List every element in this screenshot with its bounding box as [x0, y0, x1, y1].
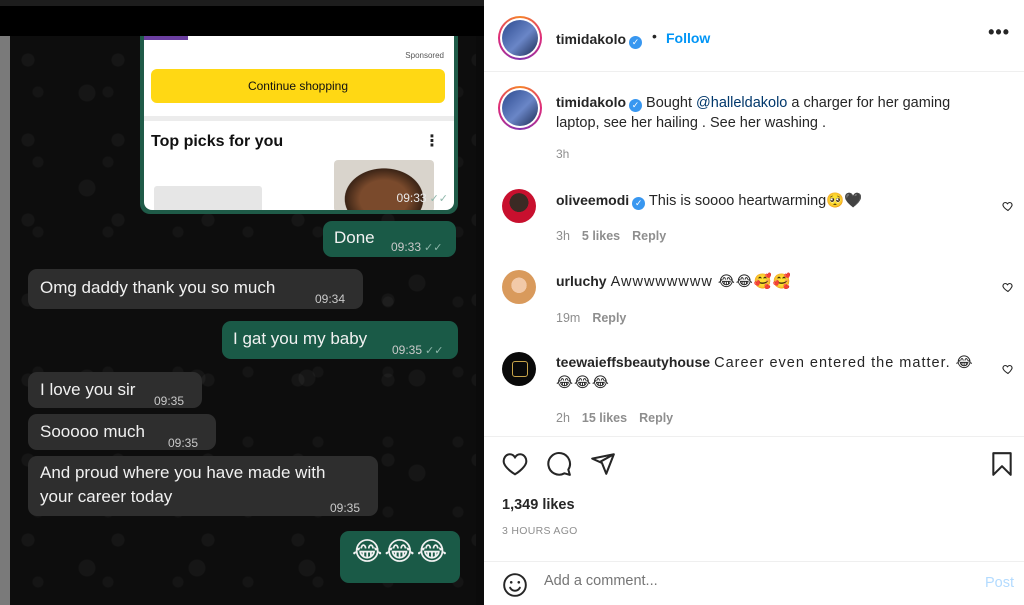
message-timestamp: 09:35: [154, 394, 185, 408]
comment-meta: 19m Reply: [556, 311, 626, 325]
actions-divider: [484, 436, 1024, 437]
comment-icon[interactable]: [546, 451, 572, 477]
message-emoji: 😂😂😂: [352, 536, 450, 566]
instagram-post-modal: Sponsored Continue shopping Top picks fo…: [0, 0, 1024, 605]
chat-bubble-outgoing: 😂😂😂: [340, 531, 460, 583]
comment-text: oliveemodi ✓ This is soooo heartwarming🥺🖤: [556, 190, 976, 211]
media-left-gutter: [0, 36, 10, 605]
author-avatar[interactable]: [498, 16, 542, 60]
read-receipt-icon: ✓✓: [424, 242, 443, 254]
message-text: And proud where you have made with your …: [40, 463, 326, 506]
separator-dot: •: [652, 28, 657, 44]
chat-bubble-incoming: I love you sir 09:35: [28, 372, 202, 408]
share-icon[interactable]: [590, 451, 616, 477]
post-side-panel: timidakolo ✓ • Follow ••• timidakolo ✓ Bou…: [484, 0, 1024, 605]
likes-count[interactable]: 1,349 likes: [502, 497, 575, 513]
comment-time: 2h: [556, 411, 570, 425]
verified-badge-icon: ✓: [632, 197, 646, 210]
like-icon[interactable]: [502, 452, 528, 476]
sponsored-label: Sponsored: [405, 51, 444, 60]
caption-mention[interactable]: @halleldakolo: [696, 95, 787, 111]
comment-time: 19m: [556, 311, 581, 325]
comment-like-icon[interactable]: [1002, 363, 1014, 375]
comment-time: 3h: [556, 229, 570, 243]
more-options-icon: ⋮: [424, 133, 440, 150]
post-media: Sponsored Continue shopping Top picks fo…: [0, 0, 484, 605]
post-header: timidakolo ✓ • Follow •••: [484, 6, 1024, 72]
top-picks-heading: Top picks for you: [151, 133, 284, 150]
amazon-preview: Sponsored Continue shopping Top picks fo…: [144, 36, 454, 210]
shared-link-bubble: Sponsored Continue shopping Top picks fo…: [140, 36, 458, 214]
caption-username[interactable]: timidakolo ✓: [556, 94, 643, 112]
commenter-username[interactable]: urluchy: [556, 273, 607, 289]
commenter-avatar[interactable]: [502, 189, 536, 223]
author-username[interactable]: timidakolo ✓: [556, 31, 643, 49]
commenter-avatar[interactable]: [502, 352, 536, 386]
caption-body: Bought: [646, 95, 693, 111]
chat-bubble-outgoing: Done 09:33 ✓✓: [323, 221, 456, 257]
emoji-icon[interactable]: [502, 572, 528, 598]
follow-button[interactable]: Follow: [666, 30, 710, 46]
reply-button[interactable]: Reply: [639, 411, 673, 425]
commenter-username[interactable]: teewaieffsbeautyhouse: [556, 354, 710, 370]
preview-accent: [144, 36, 188, 40]
message-timestamp: 09:33 ✓✓: [391, 240, 443, 254]
message-timestamp: 09:33 ✓✓: [396, 191, 448, 205]
verified-badge-icon: ✓: [629, 99, 643, 112]
chat-bubble-outgoing: I gat you my baby 09:35 ✓✓: [222, 321, 458, 359]
comment-likes[interactable]: 5 likes: [582, 229, 620, 243]
comment-text: teewaieffsbeautyhouse Career even entere…: [556, 352, 986, 393]
comment-meta: 2h 15 likes Reply: [556, 411, 673, 425]
message-text: I love you sir: [40, 380, 136, 399]
comment-like-icon[interactable]: [1002, 281, 1014, 293]
message-timestamp: 09:35: [168, 436, 199, 450]
product-thumbnail: [154, 186, 262, 210]
caption-text: timidakolo ✓ Bought @halleldakolo a charg…: [556, 92, 996, 133]
media-top-strip: [0, 0, 484, 6]
comment-body: This is soooo heartwarming🥺🖤: [648, 193, 863, 209]
read-receipt-icon: ✓✓: [425, 345, 444, 357]
chat-bubble-incoming: And proud where you have made with your …: [28, 456, 378, 516]
message-text: I gat you my baby: [233, 329, 368, 348]
comment-like-icon[interactable]: [1002, 200, 1014, 212]
message-timestamp: 09:34: [315, 292, 346, 306]
caption-avatar[interactable]: [498, 86, 542, 130]
comment-text: urluchy Awwwwwwww 😂😂🥰🥰: [556, 271, 976, 292]
add-comment-input[interactable]: [544, 573, 944, 589]
message-text: Done: [334, 228, 375, 247]
message-text: Omg daddy thank you so much: [40, 278, 276, 297]
save-bookmark-icon[interactable]: [990, 451, 1014, 477]
commenter-username[interactable]: oliveemodi ✓: [556, 192, 646, 210]
reply-button[interactable]: Reply: [632, 229, 666, 243]
commenter-avatar[interactable]: [502, 270, 536, 304]
message-text: Sooooo much: [40, 422, 145, 441]
read-receipt-icon: ✓✓: [429, 193, 448, 205]
post-date: 3 HOURS AGO: [502, 525, 578, 537]
post-comment-button[interactable]: Post: [985, 575, 1014, 591]
continue-shopping-button: Continue shopping: [151, 69, 445, 103]
chat-bubble-incoming: Omg daddy thank you so much 09:34: [28, 269, 363, 309]
caption-time: 3h: [556, 147, 570, 161]
comment-likes[interactable]: 15 likes: [582, 411, 627, 425]
comment-meta: 3h 5 likes Reply: [556, 229, 666, 243]
verified-badge-icon: ✓: [629, 36, 643, 49]
preview-divider: [144, 116, 454, 121]
message-timestamp: 09:35: [330, 501, 361, 515]
chat-bubble-incoming: Sooooo much 09:35: [28, 414, 216, 450]
message-timestamp: 09:35 ✓✓: [392, 343, 444, 357]
more-options-icon[interactable]: •••: [988, 22, 1010, 43]
reply-button[interactable]: Reply: [592, 311, 626, 325]
comment-body: Awwwwwwww 😂😂🥰🥰: [610, 274, 792, 290]
